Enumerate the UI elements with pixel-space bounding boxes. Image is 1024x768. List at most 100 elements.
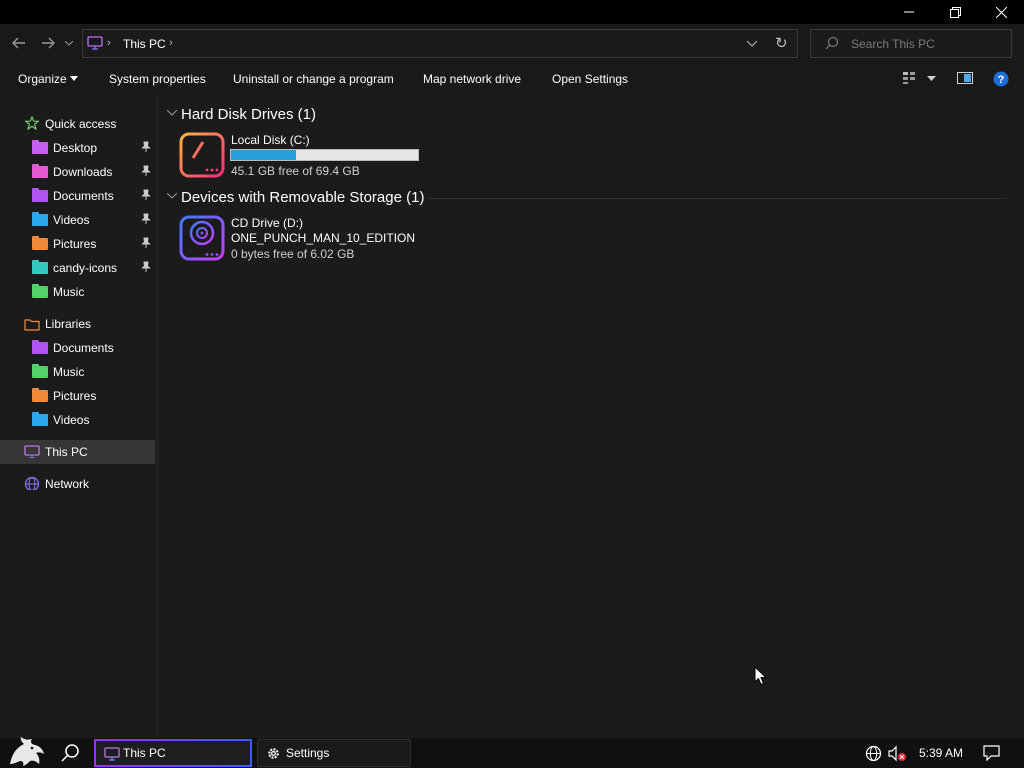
content-pane: Hard Disk Drives (1) Local Disk (C:) 45.… (159, 96, 1024, 738)
breadcrumb-chevron-icon[interactable]: › (169, 37, 173, 49)
taskbar-search-icon[interactable] (60, 743, 80, 763)
pictures-folder-icon (32, 388, 48, 402)
sidebar-item-quick-access[interactable]: Quick access (0, 112, 155, 136)
pin-icon (141, 213, 151, 228)
pictures-folder-icon (32, 236, 48, 250)
search-input[interactable]: Search This PC (810, 29, 1012, 58)
sidebar-label: Videos (53, 413, 90, 427)
taskbar-label: Settings (286, 746, 330, 760)
refresh-button[interactable]: ↻ (775, 34, 788, 52)
chevron-down-icon (167, 193, 177, 199)
sidebar-item-this-pc[interactable]: This PC (0, 440, 155, 464)
drive-usage-fill (231, 150, 297, 160)
downloads-folder-icon (32, 164, 48, 178)
view-options-caret-icon[interactable] (927, 76, 936, 81)
videos-folder-icon (32, 212, 48, 226)
mouse-cursor-icon (754, 666, 768, 686)
chevron-down-icon (65, 40, 73, 46)
caret-down-icon[interactable] (70, 76, 78, 81)
minimize-button[interactable] (886, 0, 932, 24)
restore-button[interactable] (932, 0, 978, 24)
network-globe-icon[interactable] (865, 745, 882, 762)
group-header-removable-storage[interactable]: Devices with Removable Storage (1) (159, 188, 1007, 208)
breadcrumb-separator-icon: › (107, 37, 111, 49)
sidebar-item-documents[interactable]: Documents (0, 184, 155, 208)
sidebar-item-library-pictures[interactable]: Pictures (0, 384, 155, 408)
change-view-icon[interactable] (902, 71, 916, 85)
uninstall-program-button[interactable]: Uninstall or change a program (233, 72, 394, 86)
drive-free-space: 45.1 GB free of 69.4 GB (231, 164, 360, 178)
group-header-hard-disk-drives[interactable]: Hard Disk Drives (1) (159, 105, 459, 125)
sidebar-item-libraries[interactable]: Libraries (0, 312, 155, 336)
taskbar-clock[interactable]: 5:39 AM (919, 746, 963, 760)
open-settings-button[interactable]: Open Settings (552, 72, 628, 86)
forward-button[interactable] (37, 33, 59, 53)
music-folder-icon (32, 284, 48, 298)
pin-icon (141, 237, 151, 252)
desktop-folder-icon (32, 140, 48, 154)
sidebar-label: Pictures (53, 237, 97, 251)
network-globe-icon (24, 476, 40, 490)
sidebar-label: Music (53, 365, 85, 379)
drive-name: Local Disk (C:) (231, 133, 310, 147)
chevron-down-icon (167, 110, 177, 116)
drive-item-cd-drive-d[interactable]: CD Drive (D:) ONE_PUNCH_MAN_10_EDITION 0… (177, 215, 437, 263)
search-placeholder: Search This PC (851, 37, 935, 51)
computer-icon (24, 445, 40, 458)
music-folder-icon (32, 364, 48, 378)
sidebar-item-downloads[interactable]: Downloads (0, 160, 155, 184)
pin-icon (141, 165, 151, 180)
pin-icon (141, 189, 151, 204)
sidebar-item-network[interactable]: Network (0, 472, 155, 496)
drive-usage-bar (230, 149, 419, 161)
sidebar-item-library-documents[interactable]: Documents (0, 336, 155, 360)
computer-icon (87, 36, 103, 50)
restore-icon (949, 6, 961, 18)
pin-icon (141, 261, 151, 276)
sidebar-label: This PC (45, 445, 88, 459)
drive-name: CD Drive (D:) (231, 216, 303, 230)
system-properties-button[interactable]: System properties (109, 72, 206, 86)
volume-muted-icon[interactable] (888, 745, 908, 762)
sidebar-item-candy-icons[interactable]: candy-icons (0, 256, 155, 280)
svg-text:?: ? (998, 74, 1005, 86)
sidebar-label: Quick access (45, 117, 117, 131)
breadcrumb-this-pc[interactable]: This PC (123, 37, 166, 51)
notification-center-icon[interactable] (983, 745, 1000, 761)
sidebar-label: Documents (53, 341, 114, 355)
cd-drive-icon (179, 215, 225, 261)
organize-menu[interactable]: Organize (18, 72, 67, 86)
taskbar-button-settings[interactable]: Settings (257, 739, 411, 767)
documents-folder-icon (32, 188, 48, 202)
address-dropdown-button[interactable] (746, 36, 758, 50)
arrow-left-icon (12, 37, 25, 49)
close-icon (995, 6, 1007, 18)
preview-pane-icon[interactable] (957, 71, 973, 85)
arrow-right-icon (42, 37, 55, 49)
candy-icons-folder-icon (32, 260, 48, 274)
map-network-drive-button[interactable]: Map network drive (423, 72, 521, 86)
sidebar-label: Videos (53, 213, 90, 227)
taskbar-button-this-pc[interactable]: This PC (94, 739, 252, 767)
sidebar-item-videos[interactable]: Videos (0, 208, 155, 232)
group-title: Hard Disk Drives (1) (181, 106, 317, 123)
close-button[interactable] (978, 0, 1024, 24)
drive-volume-label: ONE_PUNCH_MAN_10_EDITION (231, 231, 416, 245)
videos-folder-icon (32, 412, 48, 426)
group-divider (427, 198, 1007, 199)
drive-item-local-disk-c[interactable]: Local Disk (C:) 45.1 GB free of 69.4 GB (177, 132, 427, 180)
start-dragon-icon[interactable] (6, 734, 48, 768)
sidebar-item-desktop[interactable]: Desktop (0, 136, 155, 160)
drive-free-space: 0 bytes free of 6.02 GB (231, 247, 355, 261)
command-bar: Organize System properties Uninstall or … (0, 62, 1024, 96)
sidebar-item-library-videos[interactable]: Videos (0, 408, 155, 432)
address-row: › This PC › ↻ Search This PC (0, 24, 1024, 62)
sidebar-item-library-music[interactable]: Music (0, 360, 155, 384)
sidebar-item-pictures[interactable]: Pictures (0, 232, 155, 256)
sidebar-item-music[interactable]: Music (0, 280, 155, 304)
recent-locations-button[interactable] (62, 33, 76, 53)
help-icon[interactable]: ? (993, 71, 1009, 87)
back-button[interactable] (8, 33, 30, 53)
sidebar-label: Desktop (53, 141, 98, 155)
address-bar[interactable]: › This PC › ↻ (82, 29, 798, 58)
